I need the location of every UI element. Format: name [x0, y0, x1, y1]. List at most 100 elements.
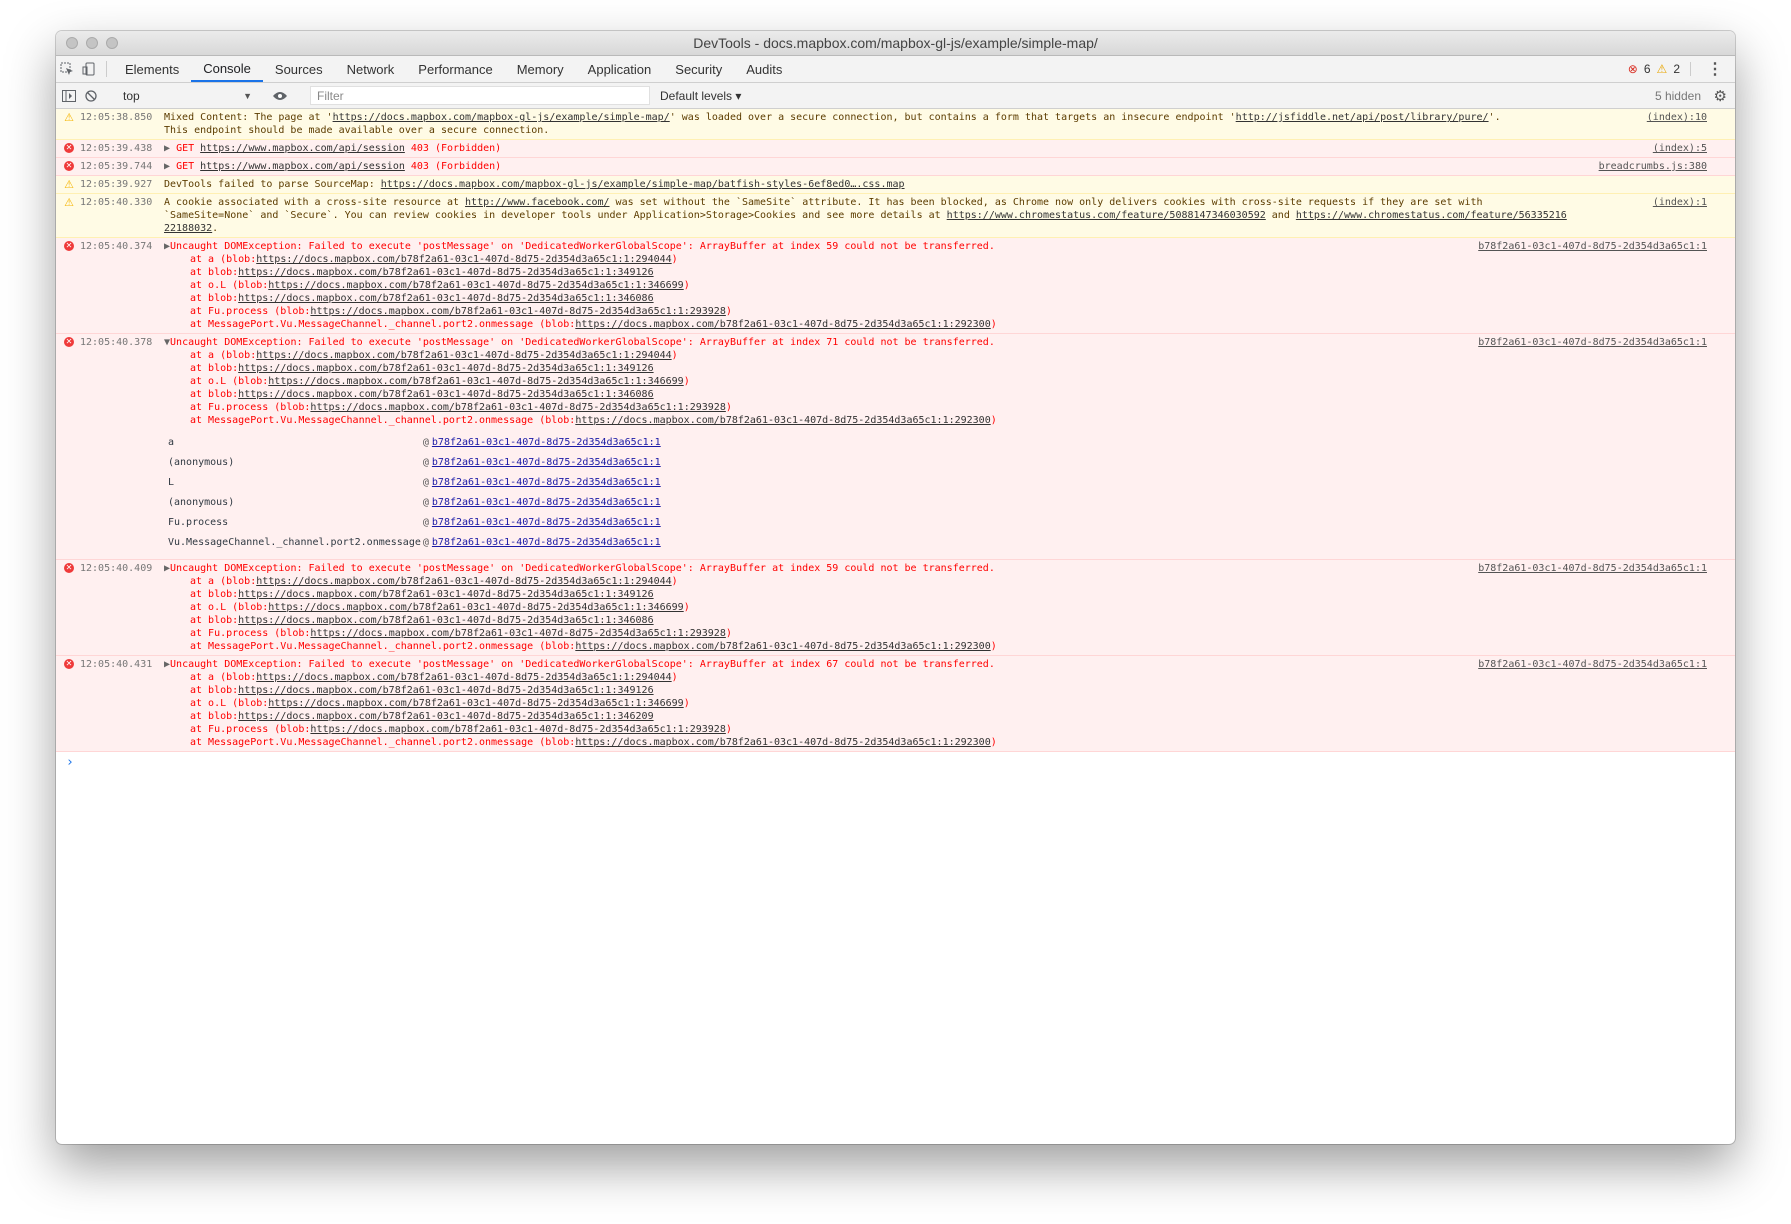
message-link[interactable]: https://www.chromestatus.com/feature/508…: [947, 210, 1266, 221]
frame-link[interactable]: https://docs.mapbox.com/b78f2a61-03c1-40…: [310, 724, 725, 735]
frame-link[interactable]: https://docs.mapbox.com/b78f2a61-03c1-40…: [575, 415, 990, 426]
frame-text: at blob:: [190, 685, 239, 696]
device-toolbar-icon[interactable]: [78, 56, 100, 82]
stack-frame: at blob:https://docs.mapbox.com/b78f2a61…: [164, 388, 1707, 401]
console-warning-message: ⚠ 12:05:40.330 (index):1 A cookie associ…: [56, 194, 1735, 238]
frame-link[interactable]: https://docs.mapbox.com/b78f2a61-03c1-40…: [256, 576, 671, 587]
frame-link[interactable]: https://docs.mapbox.com/b78f2a61-03c1-40…: [575, 641, 990, 652]
message-text: A cookie associated with a cross-site re…: [164, 196, 1707, 235]
frame-link[interactable]: https://docs.mapbox.com/b78f2a61-03c1-40…: [575, 737, 990, 748]
window-controls: [66, 37, 118, 49]
source-link[interactable]: b78f2a61-03c1-407d-8d75-2d354d3a65c1:1: [1478, 562, 1707, 575]
message-segment: `SameSite=None` and `Secure`. You can re…: [164, 210, 947, 221]
frame-link[interactable]: https://docs.mapbox.com/b78f2a61-03c1-40…: [238, 615, 653, 626]
stack-frame: at o.L (blob:https://docs.mapbox.com/b78…: [164, 375, 1707, 388]
message-link[interactable]: http://jsfiddle.net/api/post/library/pur…: [1236, 112, 1489, 123]
trace-link[interactable]: b78f2a61-03c1-407d-8d75-2d354d3a65c1:1: [432, 473, 663, 493]
message-segment: Mixed Content: The page at ': [164, 112, 333, 123]
tab-sources[interactable]: Sources: [263, 56, 335, 82]
frame-link[interactable]: https://docs.mapbox.com/b78f2a61-03c1-40…: [268, 280, 683, 291]
frame-link[interactable]: https://docs.mapbox.com/b78f2a61-03c1-40…: [575, 319, 990, 330]
more-options-icon[interactable]: ⋮: [1701, 59, 1729, 79]
frame-link[interactable]: https://docs.mapbox.com/b78f2a61-03c1-40…: [310, 306, 725, 317]
frame-link[interactable]: https://docs.mapbox.com/b78f2a61-03c1-40…: [268, 602, 683, 613]
frame-text: at MessagePort.Vu.MessageChannel._channe…: [190, 415, 576, 426]
zoom-window-button[interactable]: [106, 37, 118, 49]
frame-link[interactable]: https://docs.mapbox.com/b78f2a61-03c1-40…: [310, 628, 725, 639]
frame-link[interactable]: https://docs.mapbox.com/b78f2a61-03c1-40…: [256, 350, 671, 361]
source-link[interactable]: b78f2a61-03c1-407d-8d75-2d354d3a65c1:1: [1478, 336, 1707, 349]
trace-link[interactable]: b78f2a61-03c1-407d-8d75-2d354d3a65c1:1: [432, 533, 663, 553]
expand-triangle-icon[interactable]: ▶: [164, 143, 170, 154]
message-segment: DevTools failed to parse SourceMap:: [164, 179, 381, 190]
message-link[interactable]: https://www.chromestatus.com/feature/563…: [1296, 210, 1567, 221]
gear-icon[interactable]: ⚙: [1714, 87, 1727, 105]
error-text: Uncaught DOMException: Failed to execute…: [170, 563, 995, 574]
stack-frame: at Fu.process (blob:https://docs.mapbox.…: [164, 305, 1707, 318]
frame-link[interactable]: https://docs.mapbox.com/b78f2a61-03c1-40…: [238, 293, 653, 304]
console-prompt[interactable]: ›: [56, 752, 1735, 773]
tab-security[interactable]: Security: [663, 56, 734, 82]
trace-link[interactable]: b78f2a61-03c1-407d-8d75-2d354d3a65c1:1: [432, 433, 663, 453]
source-link[interactable]: breadcrumbs.js:380: [1599, 160, 1707, 173]
message-link[interactable]: 22188032: [164, 223, 212, 234]
frame-link[interactable]: https://docs.mapbox.com/b78f2a61-03c1-40…: [256, 672, 671, 683]
message-link[interactable]: https://docs.mapbox.com/mapbox-gl-js/exa…: [381, 179, 905, 190]
trace-row: L @ b78f2a61-03c1-407d-8d75-2d354d3a65c1:1: [168, 473, 663, 493]
minimize-window-button[interactable]: [86, 37, 98, 49]
frame-link[interactable]: https://docs.mapbox.com/b78f2a61-03c1-40…: [238, 589, 653, 600]
toolbar-divider: [106, 61, 107, 77]
frame-link[interactable]: https://docs.mapbox.com/b78f2a61-03c1-40…: [238, 389, 653, 400]
source-link[interactable]: (index):10: [1647, 111, 1707, 124]
inspect-element-icon[interactable]: [56, 56, 78, 82]
show-sidebar-icon[interactable]: [58, 89, 80, 102]
log-levels-dropdown[interactable]: Default levels ▾: [660, 89, 741, 103]
frame-text: ): [990, 415, 997, 426]
frame-link[interactable]: https://docs.mapbox.com/b78f2a61-03c1-40…: [238, 363, 653, 374]
frame-link[interactable]: https://docs.mapbox.com/b78f2a61-03c1-40…: [238, 711, 653, 722]
request-url[interactable]: https://www.mapbox.com/api/session: [200, 143, 405, 154]
frame-text: at o.L (blob:: [190, 602, 269, 613]
trace-link[interactable]: b78f2a61-03c1-407d-8d75-2d354d3a65c1:1: [432, 453, 663, 473]
stack-frame: at blob:https://docs.mapbox.com/b78f2a61…: [164, 266, 1707, 279]
timestamp: 12:05:39.438: [80, 143, 153, 154]
warning-count-icon: ⚠: [1656, 62, 1668, 76]
source-link[interactable]: b78f2a61-03c1-407d-8d75-2d354d3a65c1:1: [1478, 240, 1707, 253]
frame-text: at MessagePort.Vu.MessageChannel._channe…: [190, 737, 576, 748]
source-link[interactable]: (index):1: [1653, 196, 1707, 209]
filter-input[interactable]: [310, 86, 650, 105]
frame-link[interactable]: https://docs.mapbox.com/b78f2a61-03c1-40…: [268, 698, 683, 709]
request-url[interactable]: https://www.mapbox.com/api/session: [200, 161, 405, 172]
frame-text: at o.L (blob:: [190, 280, 269, 291]
warning-icon: ⚠: [64, 195, 74, 209]
tab-elements[interactable]: Elements: [113, 56, 191, 82]
window-title: DevTools - docs.mapbox.com/mapbox-gl-js/…: [693, 35, 1098, 51]
source-link[interactable]: b78f2a61-03c1-407d-8d75-2d354d3a65c1:1: [1478, 658, 1707, 671]
live-expression-eye-icon[interactable]: [269, 91, 291, 101]
stack-frame: at a (blob:https://docs.mapbox.com/b78f2…: [164, 253, 1707, 266]
frame-link[interactable]: https://docs.mapbox.com/b78f2a61-03c1-40…: [256, 254, 671, 265]
clear-console-icon[interactable]: [80, 89, 102, 102]
source-link[interactable]: (index):5: [1653, 142, 1707, 155]
trace-link[interactable]: b78f2a61-03c1-407d-8d75-2d354d3a65c1:1: [432, 513, 663, 533]
frame-link[interactable]: https://docs.mapbox.com/b78f2a61-03c1-40…: [310, 402, 725, 413]
stack-frame: at blob:https://docs.mapbox.com/b78f2a61…: [164, 362, 1707, 375]
frame-link[interactable]: https://docs.mapbox.com/b78f2a61-03c1-40…: [238, 685, 653, 696]
close-window-button[interactable]: [66, 37, 78, 49]
tab-console[interactable]: Console: [191, 56, 263, 82]
message-segment: .: [212, 223, 219, 234]
expand-triangle-icon[interactable]: ▶: [164, 161, 170, 172]
context-selector[interactable]: top ▼: [119, 86, 256, 105]
issue-counters[interactable]: ⊗ 6 ⚠ 2 ⋮: [1628, 56, 1729, 82]
tab-memory[interactable]: Memory: [505, 56, 576, 82]
message-link[interactable]: https://docs.mapbox.com/mapbox-gl-js/exa…: [333, 112, 670, 123]
tab-performance[interactable]: Performance: [406, 56, 504, 82]
message-link[interactable]: http://www.facebook.com/: [465, 197, 610, 208]
frame-link[interactable]: https://docs.mapbox.com/b78f2a61-03c1-40…: [268, 376, 683, 387]
tab-application[interactable]: Application: [576, 56, 664, 82]
tab-audits[interactable]: Audits: [734, 56, 794, 82]
tab-network[interactable]: Network: [335, 56, 407, 82]
frame-text: ): [725, 306, 732, 317]
frame-link[interactable]: https://docs.mapbox.com/b78f2a61-03c1-40…: [238, 267, 653, 278]
trace-link[interactable]: b78f2a61-03c1-407d-8d75-2d354d3a65c1:1: [432, 493, 663, 513]
